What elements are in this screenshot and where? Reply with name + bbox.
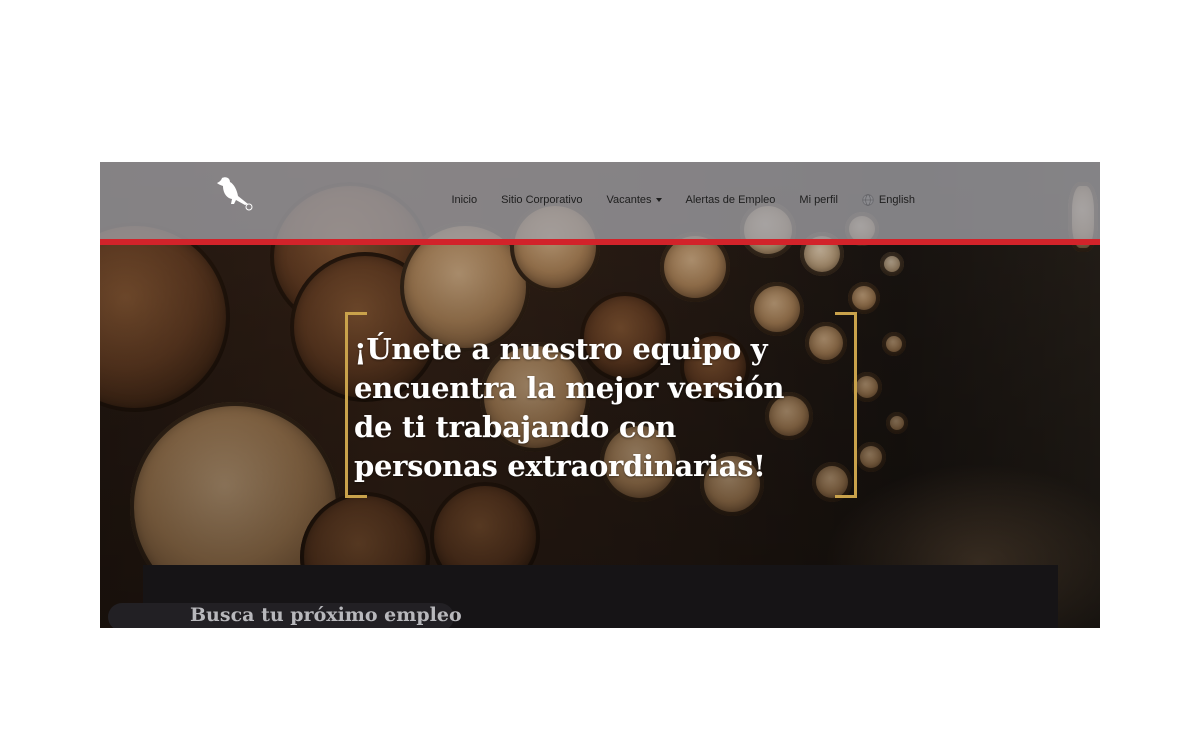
caret-down-icon [655,198,662,202]
nav-alertas-de-empleo[interactable]: Alertas de Empleo [686,194,776,206]
nav-language-english[interactable]: English [862,194,915,206]
crow-logo-icon[interactable] [212,174,256,214]
hero-title-line: de ti trabajando con [354,410,677,444]
top-navbar: Inicio Sitio Corporativo Vacantes Alerta… [100,162,1100,245]
nav-sitio-corporativo[interactable]: Sitio Corporativo [501,194,582,206]
hero-bracket-right [835,312,857,498]
nav-mi-perfil[interactable]: Mi perfil [799,194,838,206]
nav-vacantes[interactable]: Vacantes [606,194,662,206]
nav-inicio[interactable]: Inicio [451,194,477,206]
page-viewport: Inicio Sitio Corporativo Vacantes Alerta… [100,162,1100,628]
hero-title-line: ¡Únete a nuestro equipo y [354,332,768,366]
search-title: Busca tu próximo empleo [190,604,462,626]
nav-language-label: English [878,194,915,206]
main-nav: Inicio Sitio Corporativo Vacantes Alerta… [427,194,915,206]
hero-title-line: personas extraordinarias! [354,449,766,483]
nav-vacantes-label: Vacantes [606,194,652,206]
hero-title-line: encuentra la mejor versión [354,371,785,405]
globe-icon [862,194,874,206]
hero-title: ¡Únete a nuestro equipo y encuentra la m… [354,330,834,486]
